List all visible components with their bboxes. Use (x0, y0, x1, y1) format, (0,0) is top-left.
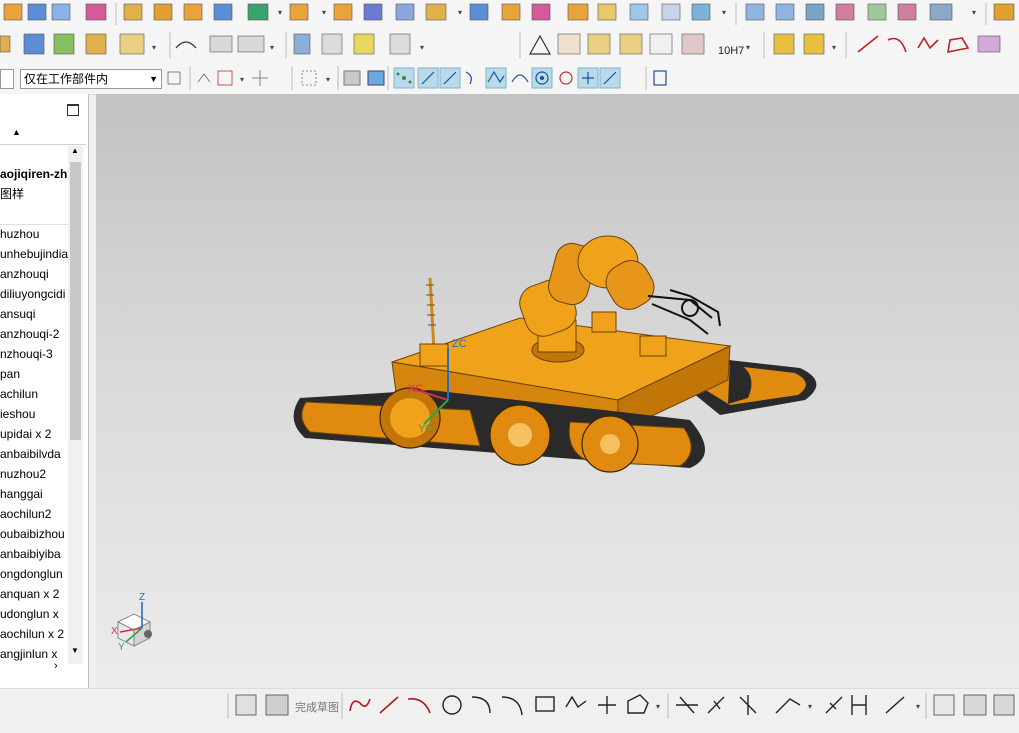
scroll-thumb[interactable] (70, 162, 81, 440)
tree-item[interactable]: aochilun2 (0, 504, 68, 524)
toolbar-row-2: 10H7 ▾ ▾ ▾ ▾ ▾ (0, 28, 1019, 63)
graphics-viewport[interactable]: ZC XC YC Z X Y (96, 94, 1019, 688)
tree-item[interactable]: upidai x 2 (0, 424, 68, 444)
selection-bar-icons[interactable]: ▾ ▾ (0, 62, 1019, 94)
tree-item[interactable]: ansuqi (0, 304, 68, 324)
tree-item-label: aojiqiren-zh (0, 167, 68, 181)
tree-item-label: pan (0, 367, 21, 381)
tree-item[interactable]: unhebujindia (0, 244, 68, 264)
tree-item[interactable]: udonglun x (0, 604, 68, 624)
toolbar-row-2-icons[interactable]: 10H7 ▾ ▾ ▾ ▾ ▾ (0, 28, 1019, 62)
tree-item-label: anquan x 2 (0, 587, 60, 601)
tree-item-label: huzhou (0, 227, 40, 241)
tree-item-label: ansuqi (0, 307, 36, 321)
tree-item-label: achilun (0, 387, 39, 401)
tree-item[interactable]: ongdonglun (0, 564, 68, 584)
finish-sketch-button[interactable]: 完成草图 (295, 699, 339, 715)
tree-item[interactable]: anzhouqi-2 (0, 324, 68, 344)
triad-z-label: Z (139, 592, 145, 603)
tree-item-label: angjinlun x (0, 647, 58, 661)
robot-model[interactable]: ZC XC YC Z X Y (96, 94, 1019, 688)
maximize-icon[interactable] (67, 104, 79, 116)
tree-item-label: unhebujindia (0, 247, 68, 261)
csys-xc-label: XC (408, 383, 423, 395)
svg-text:▾: ▾ (656, 702, 660, 711)
tree-item[interactable]: huzhou (0, 224, 68, 244)
tree-item-label: oubaibizhou (0, 527, 65, 541)
svg-text:▾: ▾ (458, 8, 462, 17)
csys-zc-label: ZC (452, 338, 467, 350)
svg-text:▾: ▾ (916, 702, 920, 711)
tree-item[interactable]: oubaibizhou (0, 524, 68, 544)
tree-item[interactable]: aochilun x 2 (0, 624, 68, 644)
tree-item[interactable]: anbaibilvda (0, 444, 68, 464)
svg-text:▾: ▾ (278, 8, 282, 17)
assembly-navigator: ▲ aojiqiren-zh 图样 huzhou unhebujindia anzhou… (0, 94, 89, 688)
vertical-scrollbar[interactable]: ▲ ▼ (68, 146, 83, 664)
tree-item-label: anbaibilvda (0, 447, 61, 461)
tree-item[interactable]: pan (0, 364, 68, 384)
tree-item[interactable]: achilun (0, 384, 68, 404)
sketch-toolbar: ▾ ▾ ▾ 完成草图 (0, 688, 1019, 733)
tree-item-label: ieshou (0, 407, 36, 421)
tree-item-label: upidai x 2 (0, 427, 52, 441)
svg-text:▾: ▾ (722, 8, 726, 17)
nav-tree-list: aojiqiren-zh 图样 huzhou unhebujindia anzhouqi… (0, 164, 68, 664)
triad-x-label: X (111, 626, 118, 637)
tree-item[interactable]: diliuyongcidi (0, 284, 68, 304)
tree-item-label: ongdonglun (0, 567, 63, 581)
tree-item-label: udonglun x (0, 607, 59, 621)
tree-item[interactable]: ieshou (0, 404, 68, 424)
svg-text:▾: ▾ (808, 702, 812, 711)
scroll-up-icon[interactable]: ▲ (71, 146, 79, 155)
svg-text:▾: ▾ (270, 43, 274, 52)
nav-header-divider (0, 144, 86, 145)
svg-text:▾: ▾ (152, 43, 156, 52)
selection-bar: 仅在工作部件内 ▼ ▾ ▾ (0, 62, 1019, 95)
tree-item-label: anzhouqi-2 (0, 327, 60, 341)
svg-text:▾: ▾ (420, 43, 424, 52)
toolbar-row-1: ▾ ▾ ▾ ▾ ▾ (0, 0, 1019, 29)
toolbar-row-1-icons[interactable]: ▾ ▾ ▾ ▾ ▾ (0, 0, 1019, 28)
collapse-up-icon[interactable]: ▲ (12, 127, 21, 137)
tree-item[interactable]: hanggai (0, 484, 68, 504)
sketch-toolbar-icons[interactable]: ▾ ▾ ▾ (0, 689, 1019, 733)
tree-item-label: aochilun2 (0, 507, 52, 521)
tree-item[interactable]: anbaibiyiba (0, 544, 68, 564)
tree-item-label: diliuyongcidi (0, 287, 66, 301)
tree-item-label: nuzhou2 (0, 467, 47, 481)
svg-text:▾: ▾ (832, 43, 836, 52)
hole-spec-label: 10H7 (718, 45, 744, 57)
tree-item[interactable]: 图样 (0, 184, 68, 204)
csys-yc-label: YC (418, 423, 433, 435)
tree-item-label: anbaibiyiba (0, 547, 61, 561)
tree-item[interactable]: nuzhou2 (0, 464, 68, 484)
tree-item-label: anzhouqi (0, 267, 49, 281)
tree-item-label: aochilun x 2 (0, 627, 65, 641)
svg-text:▾: ▾ (240, 75, 244, 84)
tree-item-label: nzhouqi-3 (0, 347, 53, 361)
tree-item[interactable]: anzhouqi (0, 264, 68, 284)
svg-text:▾: ▾ (746, 43, 750, 52)
triad-y-label: Y (118, 642, 125, 653)
svg-text:▾: ▾ (322, 8, 326, 17)
tree-item[interactable]: anquan x 2 (0, 584, 68, 604)
tree-item-label: 图样 (0, 187, 25, 201)
scroll-right-icon[interactable]: › (54, 660, 58, 672)
tree-item[interactable]: aojiqiren-zh (0, 164, 68, 184)
svg-text:▾: ▾ (326, 75, 330, 84)
scroll-down-icon[interactable]: ▼ (71, 646, 79, 655)
tree-item[interactable]: nzhouqi-3 (0, 344, 68, 364)
tree-item[interactable] (0, 204, 68, 225)
view-triad: Z X Y (111, 592, 152, 653)
svg-text:▾: ▾ (972, 8, 976, 17)
tree-item-label: hanggai (0, 487, 43, 501)
